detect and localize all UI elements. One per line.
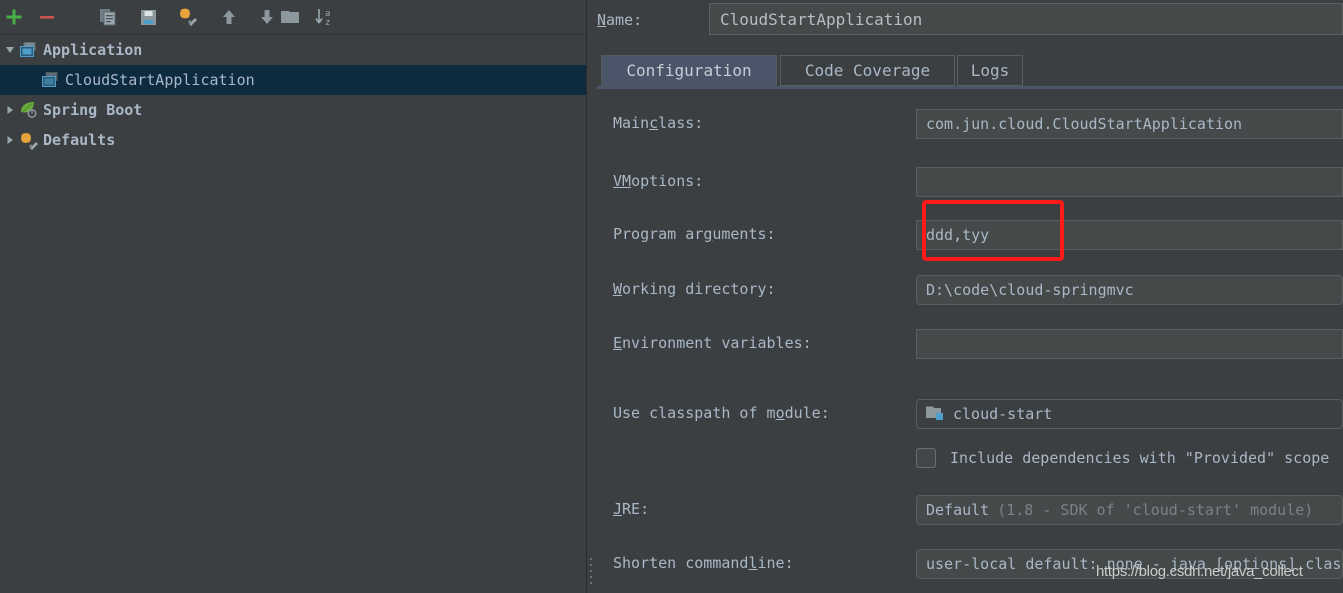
vm-options-label: VM options: xyxy=(613,172,704,190)
environment-variables-label: Environment variables: xyxy=(613,334,812,352)
program-arguments-label: Program ar g uments: xyxy=(613,225,776,243)
save-icon xyxy=(140,9,156,25)
splitter-grip[interactable] xyxy=(590,558,594,586)
tree-item-label: CloudStartApplication xyxy=(65,71,255,89)
svg-text:z: z xyxy=(325,18,330,27)
plus-icon xyxy=(6,9,22,25)
configurations-toolbar: a z xyxy=(0,0,586,35)
environment-variables-row: Environment variables: xyxy=(597,325,1343,361)
module-combo-box[interactable]: cloud-start xyxy=(916,399,1343,429)
add-configuration-button[interactable] xyxy=(0,3,28,31)
tree-item-spring-boot[interactable]: Spring Boot xyxy=(0,95,586,125)
main-class-label: Main c lass: xyxy=(613,114,704,132)
shorten-command-line-label: Shorten command l ine: xyxy=(613,554,794,572)
folder-icon xyxy=(281,11,299,23)
jre-value: Default xyxy=(926,501,990,519)
use-classpath-of-module-row: Use classpath of m o dule: cloud-start xyxy=(597,395,1343,431)
sort-configurations-button[interactable]: a z xyxy=(311,3,339,31)
configurations-panel: a z Application CloudStartApplication Sp… xyxy=(0,0,586,593)
gear-wrench-icon xyxy=(18,131,40,150)
arrow-up-icon xyxy=(223,10,235,24)
watermark-text: https://blog.csdn.net/java_collect xyxy=(1096,563,1303,580)
sort-alpha-icon: a z xyxy=(315,9,330,27)
tree-item-label: Application xyxy=(43,41,143,59)
edit-defaults-button[interactable] xyxy=(174,3,202,31)
name-input[interactable]: CloudStartApplication xyxy=(709,3,1343,35)
expand-arrow-right-icon[interactable] xyxy=(2,105,18,115)
name-label: Name: xyxy=(597,11,643,29)
editor-tabs: Configuration Code Coverage Logs xyxy=(597,55,1343,86)
jre-row: J RE: Default (1.8 - SDK of 'cloud-start'… xyxy=(597,491,1343,527)
module-name: cloud-start xyxy=(953,405,1053,423)
module-folder-icon xyxy=(925,404,945,425)
save-configuration-button[interactable] xyxy=(134,3,162,31)
include-provided-dependencies-row: Include dependencies with "Provided" sco… xyxy=(597,443,1343,479)
vm-options-input[interactable] xyxy=(916,167,1343,197)
copy-configuration-button[interactable] xyxy=(94,3,122,31)
copy-icon xyxy=(100,9,116,26)
tab-logs[interactable]: Logs xyxy=(957,55,1023,86)
create-folder-button[interactable] xyxy=(274,3,308,31)
use-classpath-of-module-label: Use classpath of m o dule: xyxy=(613,404,830,422)
main-class-row: Main c lass: com.jun.cloud.CloudStartAppl… xyxy=(597,105,1343,141)
main-class-input[interactable]: com.jun.cloud.CloudStartApplication xyxy=(916,109,1343,139)
tree-item-label: Defaults xyxy=(43,131,116,149)
spring-boot-icon xyxy=(18,101,40,119)
working-directory-row: Working directory: D:\code\cloud-springm… xyxy=(597,271,1343,307)
jre-label: J RE: xyxy=(613,500,650,518)
include-provided-dependencies-checkbox[interactable]: Include dependencies with "Provided" sco… xyxy=(916,443,1343,473)
gear-wrench-icon xyxy=(180,8,197,26)
tree-item-application[interactable]: Application xyxy=(0,35,586,65)
program-arguments-row: Program ar g uments: ddd,tyy xyxy=(597,216,1343,252)
program-arguments-input[interactable]: ddd,tyy xyxy=(916,220,1343,250)
configuration-form: Main c lass: com.jun.cloud.CloudStartAppl… xyxy=(597,95,1343,593)
expand-arrow-down-icon[interactable] xyxy=(2,45,18,55)
working-directory-label: Working directory: xyxy=(613,280,776,298)
tree-item-defaults[interactable]: Defaults xyxy=(0,125,586,155)
move-up-button[interactable] xyxy=(215,3,243,31)
tab-code-coverage[interactable]: Code Coverage xyxy=(780,55,955,86)
application-run-icon xyxy=(18,41,40,59)
tab-active-underline xyxy=(597,86,1343,89)
tree-item-cloudstartapplication[interactable]: CloudStartApplication xyxy=(0,65,586,95)
vm-options-row: VM options: xyxy=(597,163,1343,199)
checkbox-label: Include dependencies with "Provided" sco… xyxy=(950,449,1330,467)
configurations-tree[interactable]: Application CloudStartApplication Spring… xyxy=(0,35,586,593)
tab-configuration[interactable]: Configuration xyxy=(601,55,777,86)
checkbox-box[interactable] xyxy=(916,448,936,468)
jre-value-detail: (1.8 - SDK of 'cloud-start' module) xyxy=(997,501,1314,519)
application-run-icon xyxy=(40,71,62,89)
environment-variables-input[interactable] xyxy=(916,329,1343,359)
working-directory-input[interactable]: D:\code\cloud-springmvc xyxy=(916,275,1343,305)
remove-configuration-button[interactable] xyxy=(33,3,61,31)
expand-arrow-right-icon[interactable] xyxy=(2,135,18,145)
configuration-editor-panel: Name: CloudStartApplication Configuratio… xyxy=(597,0,1343,593)
minus-icon xyxy=(40,16,54,19)
tree-item-label: Spring Boot xyxy=(43,101,143,119)
jre-combo-box[interactable]: Default (1.8 - SDK of 'cloud-start' modu… xyxy=(916,495,1343,525)
